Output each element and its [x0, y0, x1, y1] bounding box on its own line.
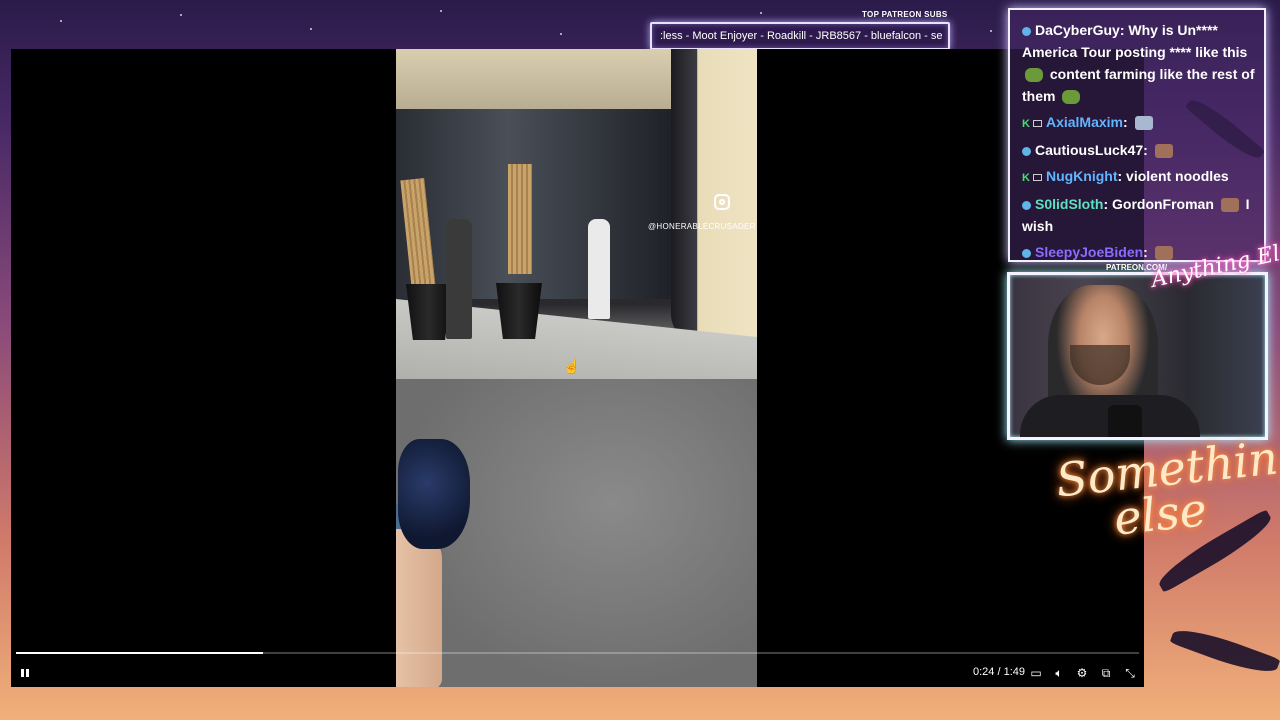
face-emote-icon	[1154, 144, 1173, 159]
progress-bar[interactable]	[16, 652, 1139, 654]
chat-username: NugKnight	[1045, 168, 1118, 184]
star	[310, 28, 312, 30]
chat-message: K AxialMaxim:	[1022, 111, 1260, 135]
chat-username: CautiousLuck47	[1035, 142, 1144, 158]
top-patreon-subs-title: TOP PATREON SUBS	[862, 10, 948, 19]
star	[440, 10, 442, 12]
chat-message: S0lidSloth: GordonFroman I wish	[1022, 193, 1260, 237]
miniplayer-icon[interactable]: ⧉	[1098, 665, 1114, 681]
video-scene-person	[588, 219, 610, 319]
chat-message: K NugKnight: violent noodles	[1022, 165, 1260, 189]
chat-badge-icon	[1022, 26, 1031, 36]
chat-username: SleepyJoeBiden	[1035, 244, 1144, 260]
chat-text: content farming like the rest of them	[1022, 66, 1255, 104]
chat-username: DaCyberGuy	[1035, 22, 1120, 38]
video-scene-bag	[398, 439, 470, 549]
video-scene-glass	[396, 109, 676, 299]
sub-badge-icon	[1032, 119, 1042, 127]
instagram-icon	[714, 194, 730, 210]
watermark-handle: @HONERABLECRUSADER	[648, 222, 756, 231]
chat-badge-icon	[1022, 200, 1031, 210]
pause-button[interactable]	[19, 667, 31, 679]
chat-text: :	[1143, 244, 1148, 260]
microphone-icon	[1108, 405, 1142, 437]
exit-fullscreen-icon[interactable]: ⤡	[1122, 665, 1138, 681]
video-player[interactable]: @HONERABLECRUSADER ☝ 0:24 / 1:49 ▭ 🔈︎ ⚙ …	[11, 49, 1144, 687]
chat-badge-icon	[1022, 146, 1031, 156]
pepe-emote-icon	[1025, 68, 1043, 83]
chat-message: CautiousLuck47:	[1022, 139, 1260, 161]
mouse-cursor-icon: ☝	[563, 358, 581, 374]
chat-username: AxialMaxim	[1045, 114, 1123, 130]
pepe-emote-icon	[1062, 90, 1081, 105]
star	[760, 12, 762, 14]
video-scene-planter	[496, 283, 542, 339]
video-scene-person	[446, 219, 472, 339]
patreon-subs-ticker: :less - Moot Enjoyer - Roadkill - JRB856…	[650, 22, 950, 50]
star	[990, 30, 992, 32]
video-scene-bamboo	[508, 164, 532, 274]
chat-message: DaCyberGuy: Why is Un**** America Tour p…	[1022, 22, 1255, 105]
time-display: 0:24 / 1:49	[973, 666, 1025, 678]
webcam-feed	[1007, 272, 1268, 440]
volume-icon[interactable]: 🔈︎	[1051, 665, 1067, 681]
face-emote-icon	[1220, 198, 1239, 213]
chat-text: : GordonFroman	[1103, 196, 1214, 212]
video-frame[interactable]: @HONERABLECRUSADER ☝	[396, 49, 757, 687]
chat-text: :	[1123, 114, 1128, 130]
star	[60, 20, 62, 22]
chat-text: : violent noodles	[1117, 168, 1229, 184]
robot-emote-icon	[1134, 116, 1153, 131]
chat-panel: DaCyberGuy: Why is Un**** America Tour p…	[1008, 8, 1266, 262]
chat-username: S0lidSloth	[1035, 196, 1104, 212]
palm-leaf	[1169, 621, 1280, 681]
face-emote-icon	[1154, 246, 1173, 260]
chat-text: :	[1143, 142, 1148, 158]
chat-badge-icon	[1022, 248, 1031, 258]
progress-fill	[16, 652, 264, 654]
captions-icon[interactable]: ▭	[1028, 665, 1044, 681]
kick-badge-icon: K	[1022, 172, 1030, 184]
settings-gear-icon[interactable]: ⚙	[1074, 665, 1090, 681]
player-controls: 0:24 / 1:49 ▭ 🔈︎ ⚙ ⧉ ⤡	[11, 661, 1144, 687]
kick-badge-icon: K	[1022, 118, 1030, 130]
ticker-text: :less - Moot Enjoyer - Roadkill - JRB856…	[660, 30, 943, 42]
star	[180, 14, 182, 16]
sub-badge-icon	[1032, 173, 1042, 181]
star	[560, 33, 562, 35]
